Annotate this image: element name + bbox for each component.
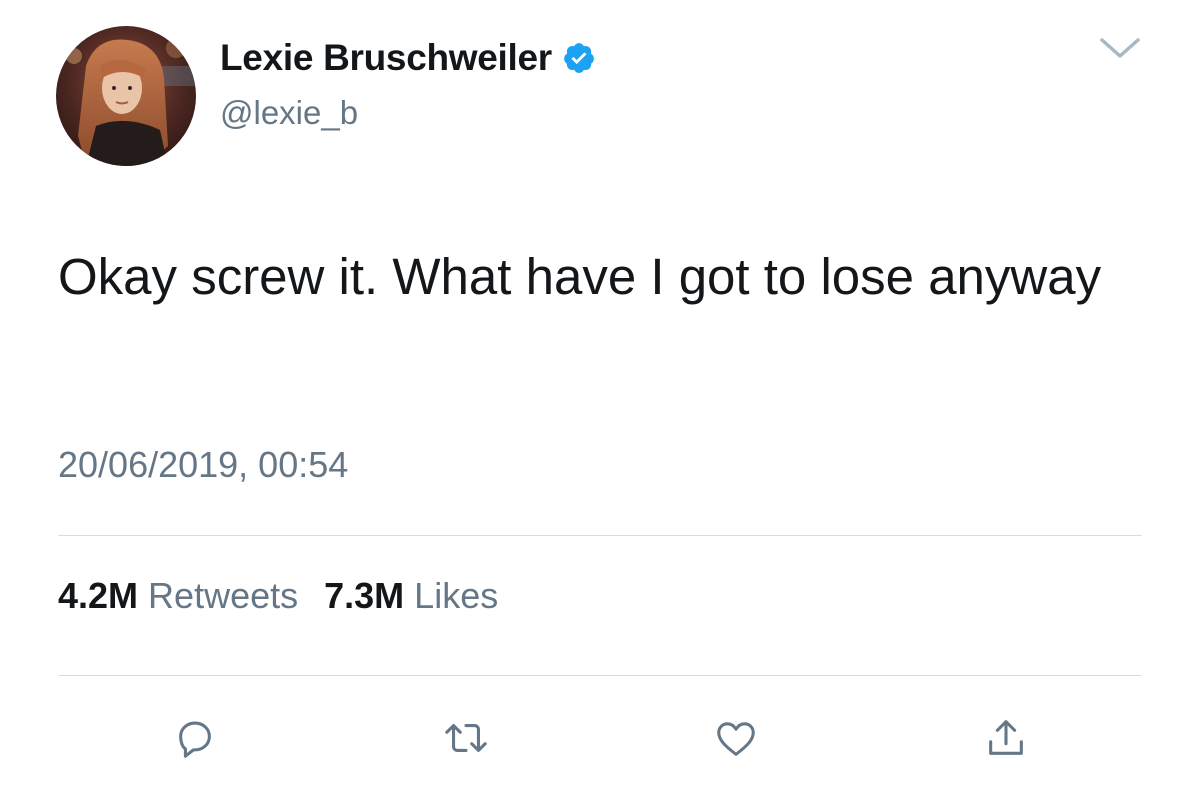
like-button[interactable] (706, 708, 766, 768)
chevron-down-icon (1100, 38, 1140, 58)
divider (58, 535, 1142, 536)
user-handle[interactable]: @lexie_b (220, 94, 358, 132)
tweet-stats: 4.2M Retweets 7.3M Likes (58, 575, 524, 617)
retweets-count: 4.2M (58, 575, 139, 616)
verified-badge-icon (563, 43, 594, 73)
share-icon (989, 720, 1023, 755)
tweet-text: Okay screw it. What have I got to lose a… (58, 248, 1102, 305)
retweet-button[interactable] (436, 708, 496, 768)
more-options-button[interactable] (1096, 30, 1144, 64)
avatar-photo (56, 26, 196, 166)
heart-icon (717, 722, 755, 756)
tweet-timestamp[interactable]: 20/06/2019, 00:54 (58, 444, 348, 486)
likes-count: 7.3M (324, 575, 405, 616)
retweet-icon (445, 724, 487, 752)
share-button[interactable] (976, 708, 1036, 768)
likes-label: Likes (414, 575, 499, 616)
user-name-row: Lexie Bruschweiler (220, 34, 596, 82)
avatar[interactable] (56, 26, 196, 166)
likes-stat[interactable]: 7.3M Likes (324, 575, 498, 617)
reply-button[interactable] (165, 708, 225, 768)
display-name[interactable]: Lexie Bruschweiler (220, 37, 552, 79)
divider (58, 675, 1142, 676)
reply-icon (179, 721, 211, 758)
retweets-label: Retweets (148, 575, 299, 616)
retweets-stat[interactable]: 4.2M Retweets (58, 575, 298, 617)
action-bar (0, 708, 1200, 768)
